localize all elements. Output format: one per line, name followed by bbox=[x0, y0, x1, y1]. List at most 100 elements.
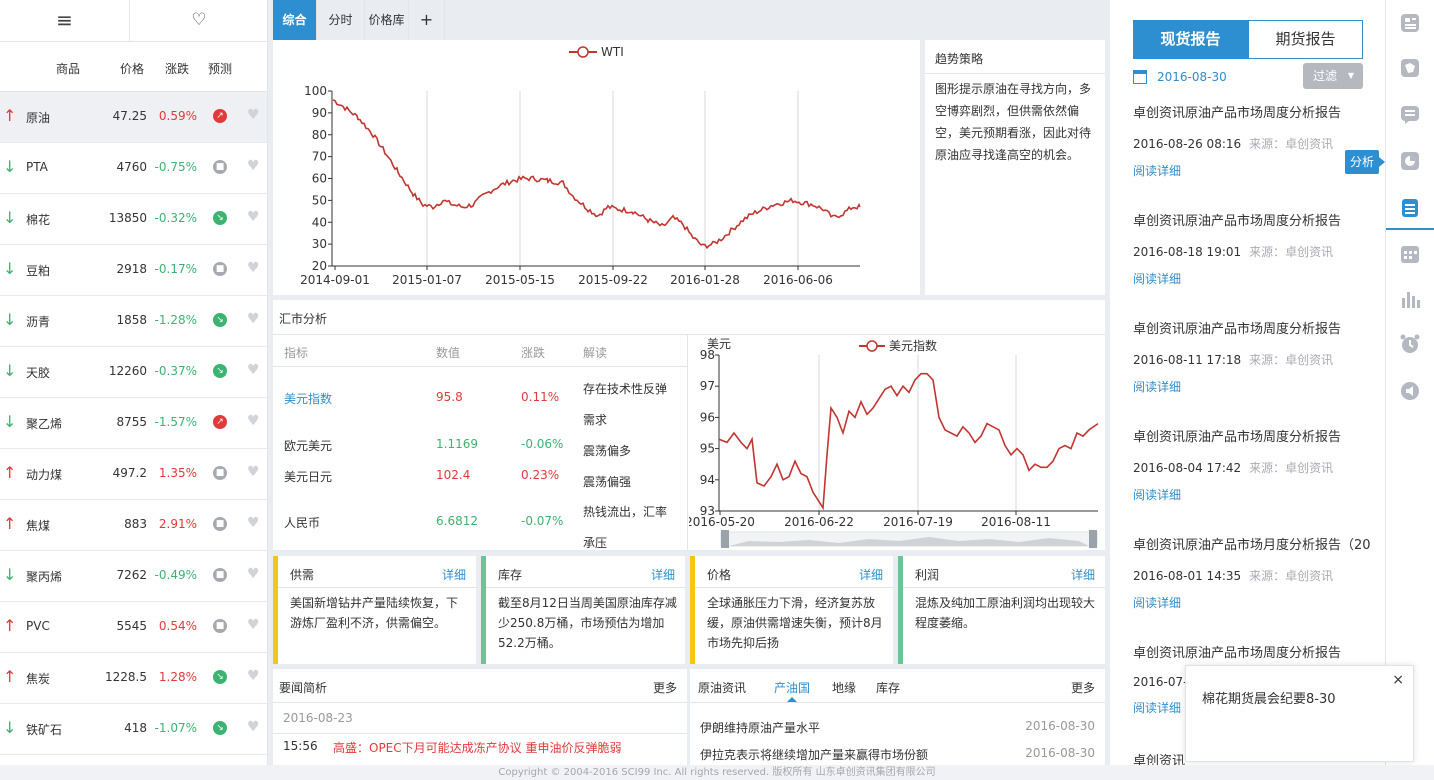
arrow-up-icon: ↑ bbox=[3, 616, 17, 635]
fx-indicator-name[interactable]: 美元指数 bbox=[284, 390, 332, 407]
commodity-name: 铁矿石 bbox=[26, 723, 63, 737]
info-tab-crude-news[interactable]: 原油资讯 bbox=[698, 679, 746, 696]
report-title[interactable]: 卓创资讯原油产品市场周度分析报告 bbox=[1133, 642, 1378, 661]
report-item[interactable]: 卓创资讯原油产品市场周度分析报告 2016-08-04 17:42 来源：卓创资讯阅… bbox=[1133, 426, 1378, 503]
commodity-row[interactable]: ↓ 豆粕 2918 -0.17% ■ ♥ bbox=[0, 245, 267, 296]
filter-dropdown[interactable]: 过滤 ▼ bbox=[1303, 63, 1363, 89]
report-date[interactable]: 2016-08-30 bbox=[1157, 70, 1227, 84]
info-tab-inventory[interactable]: 库存 bbox=[876, 679, 900, 696]
report-title[interactable]: 卓创资讯原油产品市场周度分析报告 bbox=[1133, 102, 1378, 121]
tab-intraday[interactable]: 分时 bbox=[317, 0, 365, 40]
pie-chart-icon[interactable] bbox=[1399, 150, 1421, 172]
commodity-change: -0.32% bbox=[154, 211, 197, 225]
report-date: 2016-08-26 08:16 来源：卓创资讯 bbox=[1133, 135, 1378, 152]
info-item-title[interactable]: 伊拉克表示将继续增加产量来赢得市场份额 bbox=[700, 746, 928, 763]
commodity-row[interactable]: ↑ 动力煤 497.2 1.35% ■ ♥ bbox=[0, 449, 267, 500]
menu-icon[interactable]: ≡ bbox=[0, 0, 130, 42]
info-more-link[interactable]: 更多 bbox=[1071, 679, 1095, 696]
read-more-link[interactable]: 阅读详细 bbox=[1133, 270, 1378, 287]
favorite-heart-icon[interactable]: ♥ bbox=[247, 515, 260, 531]
calendar-grid-icon[interactable] bbox=[1399, 243, 1421, 265]
commodity-row[interactable]: ↓ 天胶 12260 -0.37% ↘ ♥ bbox=[0, 347, 267, 398]
report-title[interactable]: 卓创资讯原油产品市场周度分析报告 bbox=[1133, 426, 1378, 445]
usd-zoom-handle-right[interactable] bbox=[1089, 530, 1097, 548]
report-title[interactable]: 卓创资讯原油产品市场月度分析报告（20 bbox=[1133, 534, 1378, 553]
favorite-heart-icon[interactable]: ♡ bbox=[130, 0, 267, 42]
info-tab-geopolitics[interactable]: 地缘 bbox=[832, 679, 856, 696]
favorite-heart-icon[interactable]: ♥ bbox=[247, 668, 260, 684]
card-detail-link[interactable]: 详细 bbox=[859, 566, 883, 583]
report-title[interactable]: 卓创资讯原油产品市场周度分析报告 bbox=[1133, 318, 1378, 337]
favorite-heart-icon[interactable]: ♥ bbox=[247, 209, 260, 225]
favorite-heart-icon[interactable]: ♥ bbox=[247, 107, 260, 123]
commodity-row[interactable]: ↑ PVC 5545 0.54% ■ ♥ bbox=[0, 602, 267, 653]
favorite-heart-icon[interactable]: ♥ bbox=[247, 566, 260, 582]
fx-note: 热钱流出，汇率承压 bbox=[583, 505, 668, 550]
commodity-row[interactable]: ↓ 棉花 13850 -0.32% ↘ ♥ bbox=[0, 194, 267, 245]
add-tab-button[interactable]: + bbox=[409, 0, 445, 40]
fx-note: 震荡偏强 bbox=[583, 475, 632, 489]
usd-zoom-handle-left[interactable] bbox=[721, 530, 729, 548]
favorite-heart-icon[interactable]: ♥ bbox=[247, 413, 260, 429]
notification-text[interactable]: 棉花期货晨会纪要8-30 bbox=[1202, 688, 1336, 707]
favorite-heart-icon[interactable]: ♥ bbox=[247, 617, 260, 633]
tab-overview[interactable]: 综合 bbox=[273, 0, 317, 40]
usd-x-axis: 2016-05-20 2016-06-22 2016-07-19 2016-08-11 bbox=[689, 355, 1051, 529]
header-predict: 预测 bbox=[208, 62, 233, 76]
fx-indicator-name: 美元日元 bbox=[284, 470, 333, 484]
favorite-heart-icon[interactable]: ♥ bbox=[247, 311, 260, 327]
wti-y-axis: 100 90 80 70 60 50 40 30 20 bbox=[304, 84, 332, 273]
fx-note: 震荡偏多 bbox=[583, 444, 632, 458]
favorite-heart-icon[interactable]: ♥ bbox=[247, 719, 260, 735]
calendar-icon[interactable] bbox=[1133, 70, 1147, 84]
dashboard-icon[interactable] bbox=[1399, 12, 1421, 34]
commodity-row[interactable]: ↑ 焦煤 883 2.91% ■ ♥ bbox=[0, 500, 267, 551]
commodity-table-header: 商品 价格 涨跌 预测 bbox=[0, 42, 267, 92]
card-detail-link[interactable]: 详细 bbox=[442, 566, 466, 583]
commodity-row[interactable]: ↓ PTA 4760 -0.75% ■ ♥ bbox=[0, 143, 267, 194]
commodity-change: -0.37% bbox=[154, 364, 197, 378]
info-tab-producers[interactable]: 产油国 bbox=[774, 679, 810, 696]
wti-x-tick-label: 2016-01-28 bbox=[670, 273, 740, 287]
report-item[interactable]: 卓创资讯原油产品市场月度分析报告（20 2016-08-01 14:35 来源：卓创… bbox=[1133, 534, 1378, 611]
report-title[interactable]: 卓创资讯原油产品市场周度分析报告 bbox=[1133, 210, 1378, 229]
commodity-row[interactable]: ↓ 铁矿石 418 -1.07% ↘ ♥ bbox=[0, 704, 267, 755]
read-more-link[interactable]: 阅读详细 bbox=[1133, 378, 1378, 395]
commodity-row[interactable]: ↑ 原油 47.25 0.59% ↗ ♥ bbox=[0, 92, 267, 143]
favorite-heart-icon[interactable]: ♥ bbox=[247, 158, 260, 174]
read-more-link[interactable]: 阅读详细 bbox=[1133, 162, 1378, 179]
info-item-title[interactable]: 伊朗维持原油产量水平 bbox=[700, 719, 820, 736]
commodity-row[interactable]: ↓ 聚乙烯 8755 -1.57% ↗ ♥ bbox=[0, 398, 267, 449]
favorite-heart-icon[interactable]: ♥ bbox=[247, 464, 260, 480]
filter-label: 过滤 bbox=[1313, 69, 1338, 83]
analysis-tooltip: 分析 bbox=[1345, 150, 1379, 174]
tab-spot-report[interactable]: 现货报告 bbox=[1133, 20, 1248, 59]
report-item[interactable]: 卓创资讯原油产品市场周度分析报告 2016-08-11 17:18 来源：卓创资讯阅… bbox=[1133, 318, 1378, 395]
news-more-link[interactable]: 更多 bbox=[653, 679, 677, 696]
commodity-row[interactable]: ↓ 沥青 1858 -1.28% ↘ ♥ bbox=[0, 296, 267, 347]
favorite-heart-icon[interactable]: ♥ bbox=[247, 260, 260, 276]
map-icon[interactable] bbox=[1399, 57, 1421, 79]
message-icon[interactable] bbox=[1399, 103, 1421, 125]
commodity-row[interactable]: ↓ 聚丙烯 7262 -0.49% ■ ♥ bbox=[0, 551, 267, 602]
tab-futures-report[interactable]: 期货报告 bbox=[1248, 20, 1363, 59]
speaker-icon[interactable] bbox=[1399, 380, 1421, 402]
bar-chart-icon[interactable] bbox=[1399, 288, 1421, 310]
report-item[interactable]: 卓创资讯原油产品市场周度分析报告 2016-08-18 19:01 来源：卓创资讯阅… bbox=[1133, 210, 1378, 287]
alarm-clock-icon[interactable] bbox=[1399, 333, 1421, 355]
read-more-link[interactable]: 阅读详细 bbox=[1133, 594, 1378, 611]
favorite-heart-icon[interactable]: ♥ bbox=[247, 362, 260, 378]
card-detail-link[interactable]: 详细 bbox=[1071, 566, 1095, 583]
close-icon[interactable]: × bbox=[1392, 672, 1404, 688]
card-detail-link[interactable]: 详细 bbox=[651, 566, 675, 583]
usd-legend-label: 美元指数 bbox=[889, 338, 937, 353]
report-rail-item[interactable] bbox=[1386, 190, 1434, 230]
tab-price-library[interactable]: 价格库 bbox=[365, 0, 409, 40]
commodity-row[interactable]: ↑ 焦炭 1228.5 1.28% ↘ ♥ bbox=[0, 653, 267, 704]
read-more-link[interactable]: 阅读详细 bbox=[1133, 486, 1378, 503]
usd-zoom-slider[interactable] bbox=[720, 530, 1098, 548]
news-headline[interactable]: 高盛：OPEC下月可能达成冻产协议 重申油价反弹脆弱 bbox=[333, 739, 621, 756]
news-panel: 要闻简析 更多 2016-08-23 15:56 高盛：OPEC下月可能达成冻产… bbox=[273, 669, 687, 765]
wti-y-tick-label: 90 bbox=[312, 106, 327, 120]
report-item[interactable]: 卓创资讯原油产品市场周度分析报告 2016-08-26 08:16 来源：卓创资讯阅… bbox=[1133, 102, 1378, 179]
